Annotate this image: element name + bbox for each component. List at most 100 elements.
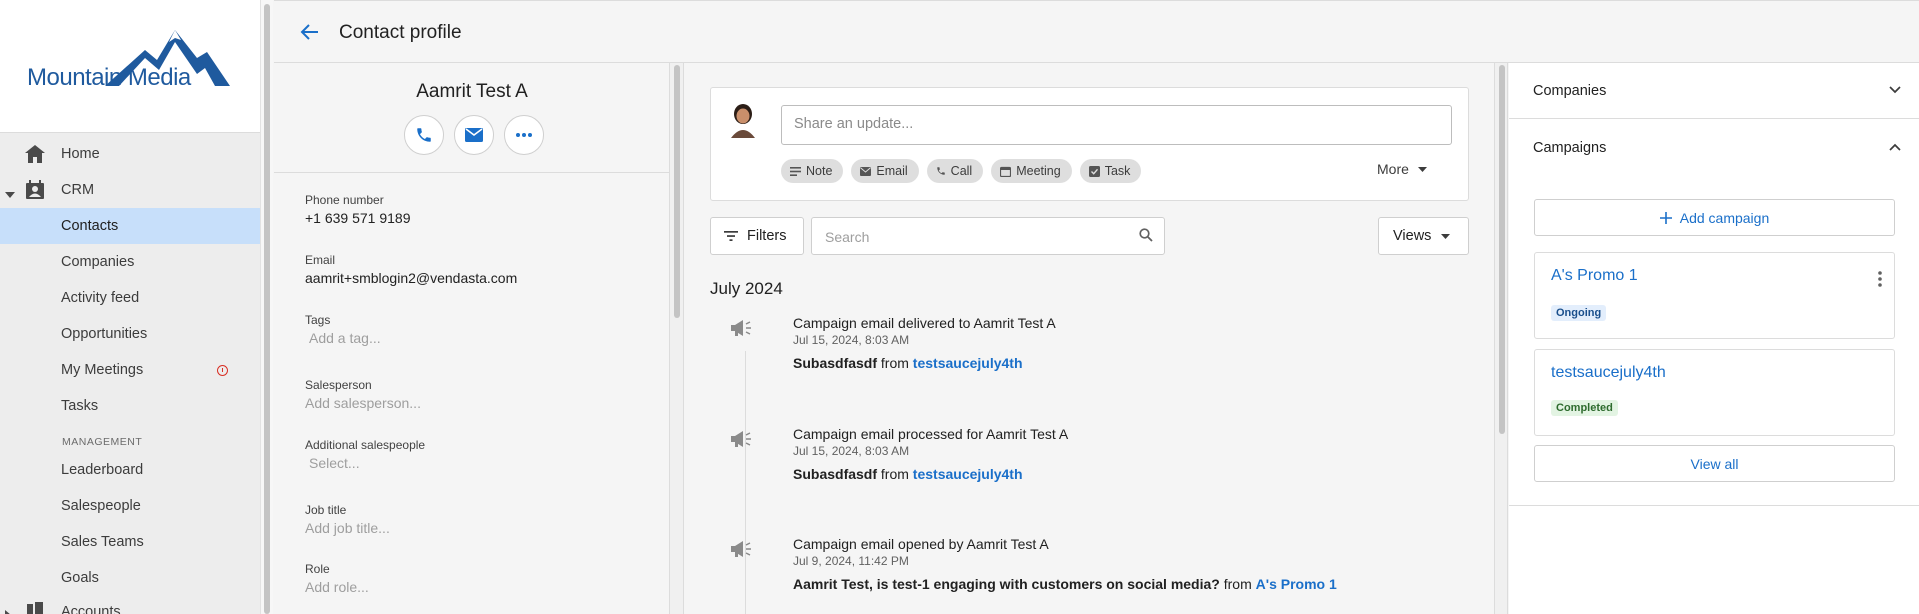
sidebar-item-sales-teams[interactable]: Sales Teams	[0, 524, 260, 560]
contact-actions	[404, 115, 544, 155]
note-chip[interactable]: Note	[781, 159, 844, 183]
salesperson-input[interactable]: Add salesperson...	[305, 395, 421, 411]
scrollbar-thumb[interactable]	[1499, 65, 1505, 434]
campaign-card[interactable]: A's Promo 1 Ongoing	[1534, 252, 1895, 339]
logo-text: Mountain Media	[27, 64, 191, 91]
campaign-link[interactable]: testsaucejuly4th	[913, 355, 1023, 371]
month-heading: July 2024	[710, 279, 783, 298]
mail-icon	[860, 166, 872, 176]
field-label: Email	[305, 253, 336, 267]
sidebar-item-home[interactable]: Home	[0, 136, 260, 172]
megaphone-icon	[731, 431, 751, 447]
sidebar-item-goals[interactable]: Goals	[0, 560, 260, 596]
call-button[interactable]	[404, 115, 444, 155]
kebab-menu-icon[interactable]	[1878, 271, 1882, 287]
chip-label: Email	[876, 164, 908, 178]
campaigns-accordion[interactable]: Campaigns	[1509, 120, 1919, 176]
sidebar-item-companies[interactable]: Companies	[0, 244, 260, 280]
add-campaign-button[interactable]: Add campaign	[1534, 199, 1895, 236]
task-chip[interactable]: Task	[1079, 159, 1142, 183]
more-actions-button[interactable]	[504, 115, 544, 155]
more-horizontal-icon	[516, 133, 532, 137]
tags-field[interactable]: Tags Add a tag...	[305, 313, 381, 346]
accordion-title: Campaigns	[1533, 140, 1607, 156]
views-dropdown-button[interactable]: Views	[1378, 217, 1469, 255]
search-input[interactable]: Search	[811, 217, 1165, 255]
email-button[interactable]	[454, 115, 494, 155]
field-label: Phone number	[305, 193, 384, 207]
view-all-button[interactable]: View all	[1534, 445, 1895, 482]
email-field[interactable]: Email aamrit+smblogin2@vendasta.com	[305, 253, 517, 286]
sidebar-item-label: Activity feed	[61, 290, 140, 306]
back-arrow-icon[interactable]	[298, 21, 320, 43]
field-label: Salesperson	[305, 378, 372, 392]
activity-title: Campaign email delivered to Aamrit Test …	[793, 315, 1056, 331]
campaign-name-link[interactable]: A's Promo 1	[1551, 267, 1638, 285]
chip-label: Task	[1104, 164, 1131, 178]
sidebar-item-label: My Meetings	[61, 362, 144, 378]
activity-description: Subasdfasdf from testsaucejuly4th	[793, 466, 1023, 482]
field-label: Job title	[305, 503, 347, 517]
campaign-link[interactable]: testsaucejuly4th	[913, 466, 1023, 482]
campaign-card[interactable]: testsaucejuly4th Completed	[1534, 349, 1895, 436]
sidebar-item-tasks[interactable]: Tasks	[0, 388, 260, 424]
sidebar-item-label: CRM	[61, 182, 95, 198]
search-icon	[1139, 228, 1153, 242]
more-label: More	[1377, 161, 1409, 177]
phone-icon	[936, 166, 946, 176]
divider	[274, 172, 670, 173]
sidebar-item-my-meetings[interactable]: My Meetings	[0, 352, 260, 388]
profile-scrollbar[interactable]	[670, 63, 684, 614]
additional-salespeople-field[interactable]: Additional salespeople Select...	[305, 438, 425, 471]
scrollbar-thumb[interactable]	[264, 4, 270, 614]
sidebar-item-label: Goals	[61, 570, 99, 586]
caret-down-icon	[1417, 166, 1427, 172]
meeting-chip[interactable]: Meeting	[991, 159, 1072, 183]
chip-label: Note	[806, 164, 833, 178]
activity-feed: Share an update... Note Email Call Meeti…	[684, 63, 1508, 614]
sidebar-item-accounts[interactable]: Accounts	[0, 596, 260, 614]
salesperson-field[interactable]: Salesperson Add salesperson...	[305, 378, 421, 411]
field-label: Additional salespeople	[305, 438, 426, 452]
sidebar-scrollbar[interactable]	[260, 0, 273, 614]
sidebar-item-label: Contacts	[61, 218, 119, 234]
sidebar-item-label: Home	[61, 146, 100, 162]
companies-accordion[interactable]: Companies	[1509, 63, 1919, 119]
sidebar-item-crm[interactable]: CRM	[0, 172, 260, 208]
call-chip[interactable]: Call	[926, 159, 984, 183]
sidebar-item-salespeople[interactable]: Salespeople	[0, 488, 260, 524]
filters-button[interactable]: Filters	[710, 217, 804, 255]
accordion-title: Companies	[1533, 83, 1607, 99]
phone-field[interactable]: Phone number +1 639 571 9189	[305, 193, 411, 226]
sidebar-item-leaderboard[interactable]: Leaderboard	[0, 452, 260, 488]
logo-area: Mountain Media	[0, 0, 260, 133]
sidebar-item-label: Leaderboard	[61, 462, 144, 478]
timeline-line	[745, 351, 746, 614]
campaign-link[interactable]: A's Promo 1	[1256, 576, 1337, 592]
share-update-input[interactable]: Share an update...	[781, 105, 1452, 145]
sidebar-item-activity-feed[interactable]: Activity feed	[0, 280, 260, 316]
sidebar-section-management: MANAGEMENT	[62, 436, 143, 448]
job-title-input[interactable]: Add job title...	[305, 520, 390, 536]
role-field[interactable]: Role Add role...	[305, 562, 369, 595]
additional-salespeople-select[interactable]: Select...	[305, 455, 425, 471]
job-title-field[interactable]: Job title Add job title...	[305, 503, 390, 536]
task-checkbox-icon	[1088, 165, 1100, 177]
chevron-up-icon	[1889, 143, 1901, 151]
role-input[interactable]: Add role...	[305, 579, 369, 595]
caret-right-icon	[5, 608, 11, 614]
activity-type-chips: Note Email Call Meeting Task	[781, 159, 1142, 183]
phone-value: +1 639 571 9189	[305, 210, 411, 226]
megaphone-icon	[731, 541, 751, 557]
email-chip[interactable]: Email	[851, 159, 919, 183]
feed-scrollbar[interactable]	[1494, 63, 1508, 614]
sidebar-item-contacts[interactable]: Contacts	[0, 208, 260, 244]
tags-input[interactable]: Add a tag...	[305, 330, 381, 346]
scrollbar-thumb[interactable]	[674, 65, 680, 318]
campaign-name-link[interactable]: testsaucejuly4th	[1551, 364, 1666, 382]
sidebar: Mountain Media Home CRM Contacts Compani…	[0, 0, 260, 614]
phone-icon	[417, 128, 431, 142]
sidebar-item-opportunities[interactable]: Opportunities	[0, 316, 260, 352]
chip-label: Meeting	[1016, 164, 1061, 178]
more-dropdown-button[interactable]: More	[1377, 161, 1427, 177]
